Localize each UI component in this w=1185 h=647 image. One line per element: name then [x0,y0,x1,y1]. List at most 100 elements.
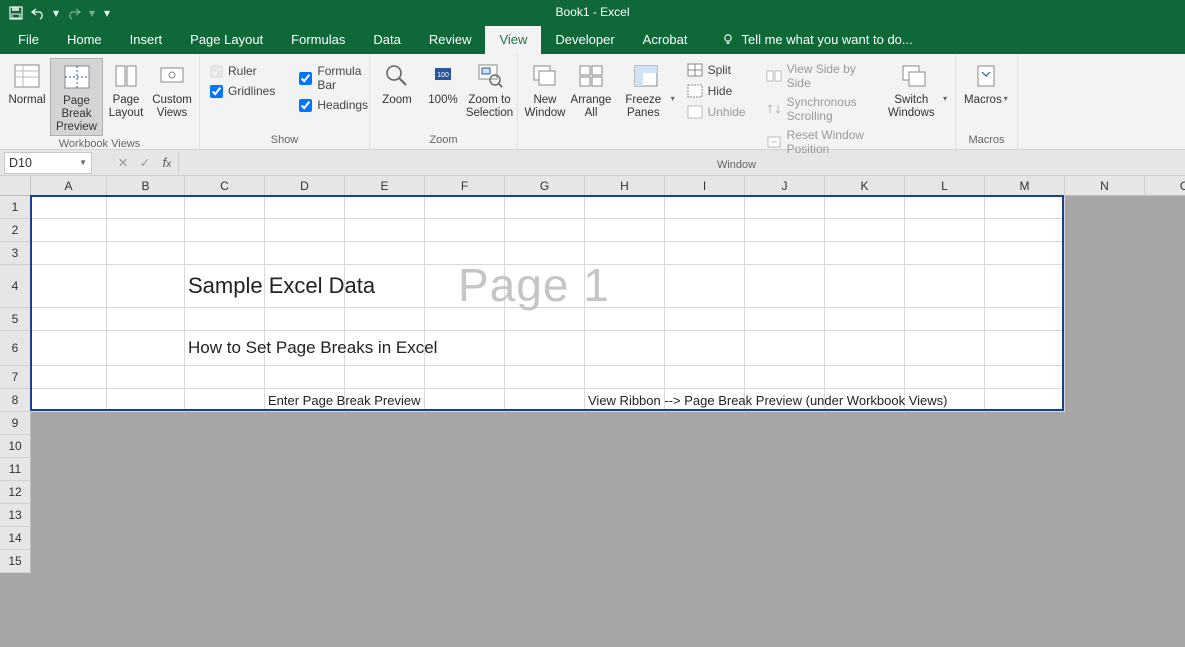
cell[interactable] [665,458,745,481]
redo-dropdown-icon[interactable]: ▾ [88,5,96,21]
cell[interactable] [985,219,1065,242]
cell[interactable] [425,366,505,389]
cell[interactable] [425,389,505,412]
tab-data[interactable]: Data [359,26,414,54]
cell[interactable] [345,242,425,265]
cell[interactable] [31,331,107,366]
cell[interactable] [665,527,745,550]
cell[interactable] [585,412,665,435]
cell[interactable] [825,308,905,331]
cell[interactable] [185,389,265,412]
cell[interactable] [265,504,345,527]
cell[interactable] [107,504,185,527]
cell[interactable] [1065,366,1145,389]
cell[interactable] [665,196,745,219]
column-header[interactable]: F [425,176,505,196]
cell[interactable] [585,308,665,331]
cell[interactable] [107,389,185,412]
cell[interactable] [1145,196,1185,219]
cell[interactable] [745,550,825,573]
cell[interactable] [107,219,185,242]
cell[interactable] [985,389,1065,412]
column-header[interactable]: I [665,176,745,196]
cell[interactable] [345,219,425,242]
cell[interactable] [425,550,505,573]
cell[interactable] [107,481,185,504]
cell[interactable] [585,527,665,550]
cell[interactable] [905,242,985,265]
cell[interactable] [905,331,985,366]
cell[interactable] [31,412,107,435]
cell[interactable] [665,504,745,527]
cell[interactable] [185,366,265,389]
cell[interactable] [265,481,345,504]
row-header[interactable]: 5 [0,308,31,331]
cell[interactable] [345,504,425,527]
cell[interactable] [425,242,505,265]
cell[interactable] [1145,435,1185,458]
column-header[interactable]: O [1145,176,1185,196]
cell[interactable] [905,366,985,389]
row-header[interactable]: 12 [0,481,31,504]
cell[interactable] [265,527,345,550]
cell[interactable] [185,481,265,504]
cell[interactable] [745,265,825,308]
cell[interactable] [505,331,585,366]
cell[interactable] [905,527,985,550]
undo-icon[interactable] [30,5,46,21]
row-header[interactable]: 8 [0,389,31,412]
cell[interactable] [345,196,425,219]
column-header[interactable]: K [825,176,905,196]
cell[interactable] [1065,504,1145,527]
cell[interactable] [31,458,107,481]
cell[interactable] [1145,265,1185,308]
cell[interactable] [825,458,905,481]
cell[interactable] [1065,242,1145,265]
cell[interactable] [425,308,505,331]
cell[interactable] [585,550,665,573]
cell[interactable] [345,366,425,389]
cell[interactable]: View Ribbon --> Page Break Preview (unde… [585,389,665,412]
cell[interactable]: Sample Excel Data [185,265,265,308]
cell[interactable] [31,265,107,308]
cell[interactable] [1145,242,1185,265]
cell[interactable] [905,481,985,504]
cell[interactable] [31,308,107,331]
cell[interactable] [185,196,265,219]
cell[interactable] [665,219,745,242]
cell[interactable] [665,412,745,435]
cell[interactable] [185,435,265,458]
cell[interactable] [825,196,905,219]
cell[interactable] [745,308,825,331]
cell[interactable] [505,504,585,527]
cell[interactable] [505,550,585,573]
cell[interactable] [31,550,107,573]
cell[interactable] [107,331,185,366]
cell[interactable] [745,331,825,366]
tab-developer[interactable]: Developer [541,26,628,54]
column-header[interactable]: G [505,176,585,196]
cell[interactable] [505,366,585,389]
freeze-panes-button[interactable]: Freeze Panes▾ [614,58,679,120]
cell[interactable] [107,435,185,458]
cell[interactable] [505,435,585,458]
cell[interactable] [265,308,345,331]
cell[interactable] [185,458,265,481]
cell[interactable] [1145,308,1185,331]
cell[interactable] [107,196,185,219]
page-layout-button[interactable]: Page Layout [103,58,149,120]
cell[interactable] [985,481,1065,504]
cell[interactable] [745,242,825,265]
fx-icon[interactable]: fx [156,156,178,170]
cell[interactable] [825,527,905,550]
name-box[interactable]: D10 ▼ [4,152,92,174]
cell[interactable] [665,242,745,265]
save-icon[interactable] [8,5,24,21]
cell[interactable] [905,219,985,242]
cell[interactable] [585,481,665,504]
cell[interactable] [905,196,985,219]
cell[interactable] [185,504,265,527]
cell[interactable] [107,527,185,550]
cell[interactable] [825,331,905,366]
cell[interactable] [1065,550,1145,573]
